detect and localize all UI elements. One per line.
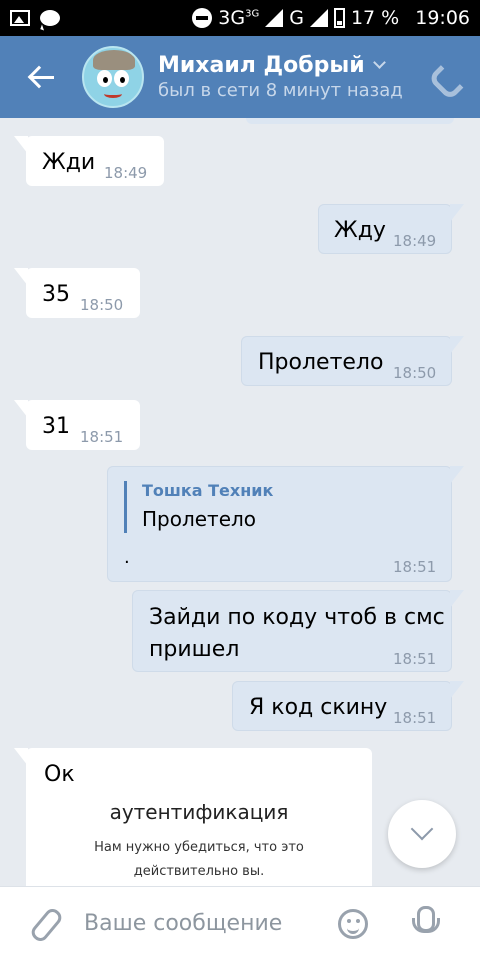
message-incoming[interactable]: Жди 18:49 [14,136,164,186]
message-incoming[interactable]: 35 18:50 [14,268,140,318]
network-type-2: G [289,7,304,29]
contact-name[interactable]: Михаил Добрый [158,53,432,78]
message-time: 18:51 [393,650,437,668]
message-time: 18:51 [393,709,437,727]
back-arrow-icon[interactable] [28,64,54,90]
message-list[interactable]: Жди 18:49 Жду 18:49 35 18:50 Пролетело 1… [0,118,480,886]
battery-level: 17 % [350,7,400,29]
contact-info[interactable]: Михаил Добрый был в сети 8 минут назад [158,53,432,101]
message-time: 18:50 [80,296,124,314]
message-text: Ок [44,762,75,787]
message-text: . [124,547,130,568]
battery-icon [333,8,345,28]
chevron-down-icon [372,56,386,69]
signal-icon-2 [309,9,328,27]
card-title[interactable]: аутентификация [26,800,372,824]
clock: 19:06 [415,7,470,29]
message-notification-icon [40,10,60,26]
message-time: 18:49 [104,164,148,182]
message-outgoing[interactable]: Зайди по коду чтоб в смс пришел 18:51 [132,590,464,672]
signal-icon [265,9,284,27]
message-input[interactable] [84,911,314,936]
quote-text: Пролетело [142,507,257,531]
message-input-bar [0,886,480,960]
previous-message-bubble [246,118,454,124]
quote-bar [124,481,127,533]
message-incoming-link-card[interactable]: Ок аутентификация Нам нужно убедиться, ч… [14,748,372,886]
phone-call-icon[interactable] [432,64,458,90]
message-outgoing-reply[interactable]: Тошка Техник Пролетело . 18:51 [107,466,464,582]
message-text: Зайди по коду чтоб в смс [149,605,445,630]
message-text: пришел [149,637,240,662]
message-time: 18:50 [393,364,437,382]
message-text: 31 [42,414,70,439]
microphone-icon[interactable] [408,905,440,942]
do-not-disturb-icon [192,8,213,28]
message-outgoing[interactable]: Пролетело 18:50 [241,336,464,386]
emoji-icon[interactable] [338,908,368,939]
last-seen-status: был в сети 8 минут назад [158,80,403,101]
avatar[interactable] [82,46,144,108]
message-outgoing[interactable]: Жду 18:49 [318,204,464,254]
quote-author[interactable]: Тошка Техник [142,481,273,500]
chat-header: Михаил Добрый был в сети 8 минут назад [0,36,480,118]
message-time: 18:51 [393,558,437,576]
message-time: 18:49 [393,232,437,250]
message-text: Пролетело [258,350,384,375]
message-text: 35 [42,282,70,307]
message-incoming[interactable]: 31 18:51 [14,400,140,450]
attach-icon[interactable] [28,907,58,941]
message-time: 18:51 [80,428,124,446]
message-outgoing[interactable]: Я код скину 18:51 [232,681,464,731]
status-bar: 3G3G G 17 % 19:06 [0,0,480,36]
gallery-notification-icon [10,10,30,26]
message-text: Я код скину [249,695,388,720]
message-text: Жду [334,218,386,243]
network-type: 3G3G [218,7,260,29]
scroll-down-button[interactable] [388,800,456,868]
card-description: Нам нужно убедиться, что это действитель… [94,840,304,879]
message-text: Жди [42,150,96,175]
